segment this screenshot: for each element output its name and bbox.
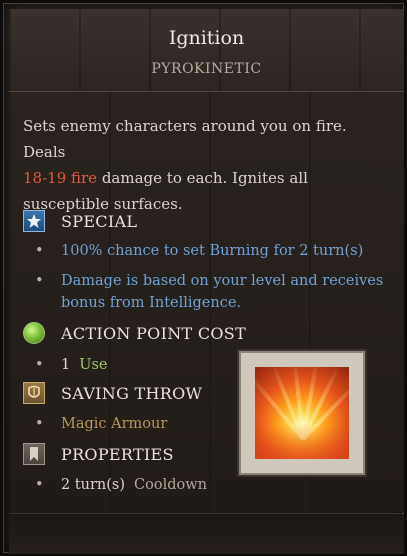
tooltip-header: Ignition PYROKINETIC xyxy=(9,9,404,92)
ap-cost-label: ACTION POINT COST xyxy=(61,323,247,343)
bullet: • xyxy=(35,477,44,493)
ignition-skill-icon xyxy=(255,367,349,459)
cooldown-value: 2 turn(s) xyxy=(61,477,126,493)
special-item: 100% chance to set Burning for 2 turn(s) xyxy=(61,243,364,259)
saving-throw-label: SAVING THROW xyxy=(61,383,203,403)
list-item: • 1 Use xyxy=(35,354,107,376)
bullet: • xyxy=(35,273,44,289)
green-orb-icon xyxy=(23,322,45,344)
special-item: Damage is based on your level and receiv… xyxy=(61,273,384,311)
saving-throw-value: Magic Armour xyxy=(61,416,168,432)
cooldown-unit: Cooldown xyxy=(134,477,207,493)
list-item: • Damage is based on your level and rece… xyxy=(35,270,385,314)
skill-icon-frame xyxy=(239,351,365,475)
description-text: Sets enemy characters around you on fire… xyxy=(23,117,347,161)
saving-throw-section-header: SAVING THROW xyxy=(23,381,202,405)
skill-school: PYROKINETIC xyxy=(151,61,262,77)
bullet: • xyxy=(35,357,44,373)
properties-section-header: PROPERTIES xyxy=(23,442,174,466)
bullet: • xyxy=(35,243,44,259)
list-item: • 100% chance to set Burning for 2 turn(… xyxy=(35,240,363,262)
special-section-header: SPECIAL xyxy=(23,209,137,233)
list-item: • Magic Armour xyxy=(35,413,167,435)
ap-cost-unit: Use xyxy=(79,357,108,373)
star-icon xyxy=(23,210,45,232)
skill-title: Ignition xyxy=(168,27,245,49)
armour-icon xyxy=(23,382,45,404)
ap-cost-section-header: ACTION POINT COST xyxy=(23,321,246,345)
bookmark-icon xyxy=(23,443,45,465)
skill-tooltip: Ignition PYROKINETIC Sets enemy characte… xyxy=(0,0,407,556)
skill-description: Sets enemy characters around you on fire… xyxy=(23,113,393,217)
bullet: • xyxy=(35,416,44,432)
properties-label: PROPERTIES xyxy=(61,444,174,464)
ap-cost-value: 1 xyxy=(61,357,71,373)
special-label: SPECIAL xyxy=(61,211,138,231)
damage-value: 18-19 fire xyxy=(23,169,98,187)
tooltip-footer xyxy=(9,513,404,554)
list-item: • 2 turn(s) Cooldown xyxy=(35,474,207,496)
